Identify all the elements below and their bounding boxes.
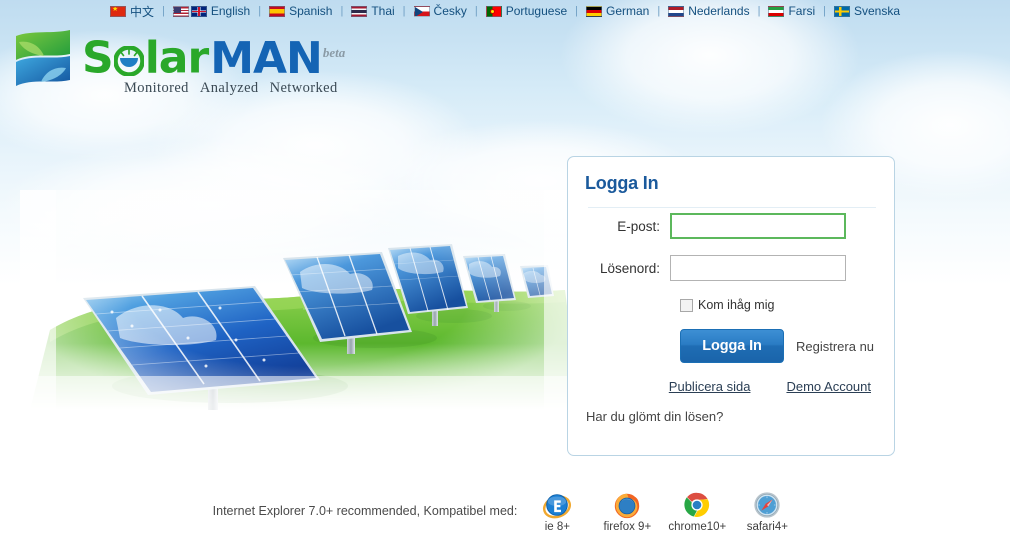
- flag-group: [768, 5, 785, 17]
- flag-de-icon: [585, 5, 602, 17]
- tagline-word: Analyzed: [199, 79, 259, 96]
- language-link-english[interactable]: English: [171, 4, 252, 18]
- flag-group: [485, 5, 502, 17]
- flag-group: [351, 5, 368, 17]
- solar-panels-illustration: [20, 190, 580, 410]
- action-row: Logga In Registrera nu: [680, 329, 874, 363]
- logo-wordmark: SlarMANbeta Monitored Analyzed Networked: [82, 28, 349, 97]
- language-label: German: [605, 4, 650, 18]
- login-submit-button[interactable]: Logga In: [680, 329, 784, 363]
- language-label: Spanish: [289, 4, 333, 18]
- flag-uk-icon: [190, 5, 207, 17]
- language-separator: |: [657, 5, 661, 17]
- forgot-password-link[interactable]: Har du glömt din lösen?: [586, 409, 723, 424]
- language-label: Portuguese: [505, 4, 568, 18]
- browser-compat-text: Internet Explorer 7.0+ recommended, Komp…: [212, 504, 518, 518]
- logo-tagline: Monitored Analyzed Networked: [124, 80, 349, 97]
- language-link-farsi[interactable]: Farsi: [766, 4, 817, 18]
- email-row: E-post:: [585, 213, 879, 239]
- flag-pt-icon: [485, 5, 502, 17]
- language-separator: |: [823, 5, 826, 17]
- language-label: Thai: [371, 4, 395, 18]
- logo-solar-rest: lar: [144, 32, 209, 84]
- flag-us-icon: [172, 5, 189, 17]
- browser-safari-label: safari4+: [746, 521, 788, 533]
- login-panel: Logga In E-post: Lösenord: Kom ihåg mig …: [567, 156, 895, 456]
- remember-me-checkbox[interactable]: [680, 298, 693, 312]
- browser-chrome-label: chrome10+: [668, 521, 727, 533]
- language-link-czech[interactable]: Česky: [412, 4, 469, 18]
- language-label: English: [210, 4, 251, 18]
- language-link-german[interactable]: German: [584, 4, 651, 18]
- language-link-thai[interactable]: Thai: [349, 4, 396, 18]
- logo-solar-s: S: [82, 32, 114, 84]
- language-link-chinese[interactable]: 中文: [108, 3, 156, 20]
- logo-mark-icon: [16, 30, 70, 86]
- email-label: E-post:: [617, 218, 660, 234]
- publish-page-link[interactable]: Publicera sida: [669, 379, 751, 394]
- remember-me-row[interactable]: Kom ihåg mig: [680, 298, 774, 312]
- sun-over-water-icon: [113, 45, 144, 76]
- language-label: Nederlands: [688, 4, 750, 18]
- email-input[interactable]: [670, 213, 846, 239]
- language-label: Česky: [433, 4, 467, 18]
- language-separator: |: [402, 5, 406, 17]
- title-divider: [588, 207, 876, 208]
- login-title: Logga In: [585, 173, 659, 193]
- flag-group: [668, 5, 685, 17]
- language-separator: |: [162, 5, 165, 17]
- password-input[interactable]: [670, 255, 846, 281]
- flag-es-icon: [269, 5, 286, 17]
- browser-chrome[interactable]: chrome10+: [667, 490, 727, 533]
- flag-group: [110, 5, 126, 17]
- flag-th-icon: [351, 5, 368, 17]
- language-link-swedish[interactable]: Svenska: [832, 4, 902, 18]
- language-bar: 中文 | English | Spanish | Thai | Česky | Portuguese…: [0, 0, 1010, 22]
- language-link-dutch[interactable]: Nederlands: [666, 4, 751, 18]
- logo-man: MAN: [210, 32, 323, 84]
- flag-group: [172, 5, 207, 17]
- remember-me-label: Kom ihåg mig: [698, 298, 775, 312]
- secondary-links-row: Publicera sida Demo Account: [585, 379, 879, 394]
- login-page: 中文 | English | Spanish | Thai | Česky | Portuguese…: [0, 0, 1010, 553]
- language-separator: |: [258, 5, 262, 17]
- chrome-icon: [684, 492, 710, 518]
- flag-group: [585, 5, 602, 17]
- register-link[interactable]: Registrera nu: [796, 339, 874, 354]
- flag-ir-icon: [768, 5, 785, 17]
- flag-nl-icon: [668, 5, 685, 17]
- language-label: 中文: [130, 4, 155, 19]
- password-row: Lösenord:: [585, 255, 879, 281]
- flag-group: [833, 5, 850, 17]
- footer: Internet Explorer 7.0+ recommended, Komp…: [0, 490, 1010, 545]
- browser-firefox-label: firefox 9+: [603, 521, 652, 533]
- flag-group: [413, 5, 430, 17]
- browser-firefox[interactable]: firefox 9+: [597, 490, 657, 533]
- browser-ie[interactable]: ie 8+: [527, 490, 587, 533]
- language-label: Farsi: [788, 4, 816, 18]
- browser-ie-label: ie 8+: [544, 521, 570, 533]
- logo-beta-badge: beta: [322, 45, 346, 60]
- flag-group: [269, 5, 286, 17]
- flag-se-icon: [833, 5, 850, 17]
- tagline-word: Networked: [269, 79, 338, 96]
- language-separator: |: [474, 5, 478, 17]
- language-separator: |: [757, 5, 761, 17]
- ie-icon: [543, 494, 572, 519]
- password-label: Lösenord:: [599, 260, 660, 276]
- language-separator: |: [340, 5, 344, 17]
- tagline-word: Monitored: [124, 79, 189, 96]
- language-label: Svenska: [853, 4, 900, 18]
- flag-cz-icon: [413, 5, 430, 17]
- demo-account-link[interactable]: Demo Account: [786, 379, 871, 394]
- browser-safari[interactable]: safari4+: [737, 490, 797, 533]
- language-link-portuguese[interactable]: Portuguese: [484, 4, 569, 18]
- firefox-icon: [615, 493, 640, 519]
- site-logo[interactable]: SlarMANbeta Monitored Analyzed Networked: [14, 28, 349, 97]
- flag-cn-icon: [110, 5, 126, 17]
- language-separator: |: [575, 5, 578, 17]
- safari-icon: [754, 492, 780, 518]
- language-link-spanish[interactable]: Spanish: [267, 4, 334, 18]
